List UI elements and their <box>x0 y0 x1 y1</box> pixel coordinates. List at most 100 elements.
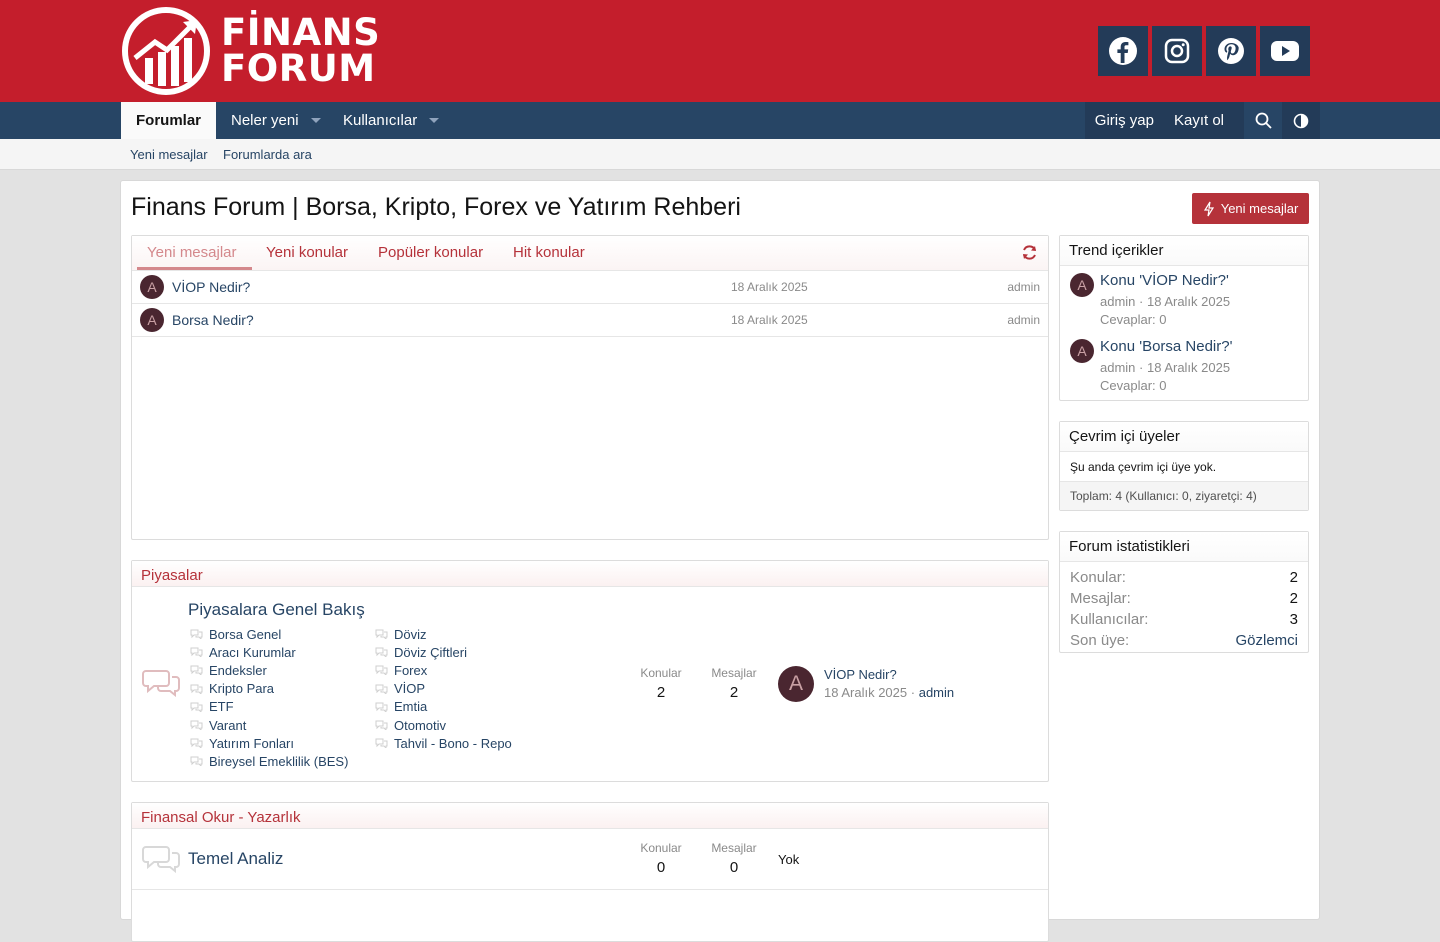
youtube-button[interactable] <box>1260 26 1310 76</box>
nav-tab-label: Neler yeni <box>231 112 299 129</box>
avatar[interactable]: A <box>140 308 164 332</box>
tab-hit-threads[interactable]: Hit konular <box>513 244 585 261</box>
latest-member-link[interactable]: Gözlemci <box>1235 632 1298 649</box>
nav-tab-members[interactable]: Kullanıcılar <box>343 102 440 139</box>
forum-node-title[interactable]: Piyasalara Genel Bakış <box>188 600 365 620</box>
stats-key: Son üye: <box>1070 632 1130 649</box>
subforum-link[interactable]: Bireysel Emeklilik (BES) <box>190 752 348 770</box>
last-post-user[interactable]: admin <box>919 685 954 700</box>
stat-label: Konular <box>640 841 682 855</box>
search-button[interactable] <box>1244 102 1282 139</box>
register-link[interactable]: Kayıt ol <box>1164 102 1234 139</box>
stat-value: 0 <box>656 859 666 876</box>
subforum-icon <box>375 702 388 712</box>
thread-author[interactable]: admin <box>1007 280 1040 294</box>
last-post-title[interactable]: VİOP Nedir? <box>824 667 897 682</box>
subforum-link[interactable]: Endeksler <box>190 661 348 679</box>
trending-item[interactable]: A Konu 'Borsa Nedir?' admin · 18 Aralık … <box>1060 332 1308 398</box>
subforum-link[interactable]: ETF <box>190 698 348 716</box>
stat-label: Mesajlar <box>711 841 757 855</box>
category-title[interactable]: Piyasalar <box>132 561 1048 587</box>
subforum-label: Borsa Genel <box>209 626 282 642</box>
thread-title[interactable]: Borsa Nedir? <box>172 312 254 328</box>
subnav-search-forums[interactable]: Forumlarda ara <box>223 147 312 162</box>
subforum-link[interactable]: Aracı Kurumlar <box>190 643 348 661</box>
subforum-icon <box>190 647 203 658</box>
site-logo[interactable]: FİNANS FORUM <box>121 6 380 96</box>
nav-tab-label: Forumlar <box>136 112 202 129</box>
refresh-icon[interactable] <box>1021 244 1038 261</box>
avatar[interactable]: A <box>778 666 814 702</box>
nav-tab-label: Kullanıcılar <box>343 112 418 129</box>
thread-title[interactable]: VİOP Nedir? <box>172 279 250 295</box>
instagram-button[interactable] <box>1152 26 1202 76</box>
subforum-link[interactable]: Emtia <box>375 698 512 716</box>
new-posts-button[interactable]: Yeni mesajlar <box>1192 193 1309 224</box>
stats-row: Son üye: Gözlemci <box>1060 630 1308 651</box>
thread-date: 18 Aralık 2025 <box>731 280 808 294</box>
forum-node-title[interactable]: Temel Analiz <box>188 849 283 869</box>
instagram-icon <box>1164 38 1190 64</box>
trending-title[interactable]: Konu 'Borsa Nedir?' <box>1100 338 1232 355</box>
stats-row: Mesajlar: 2 <box>1060 588 1308 609</box>
search-icon <box>1255 112 1272 129</box>
trending-item[interactable]: A Konu 'VİOP Nedir?' admin · 18 Aralık 2… <box>1060 266 1308 332</box>
facebook-button[interactable] <box>1098 26 1148 76</box>
subforum-link[interactable]: Varant <box>190 716 348 734</box>
subforum-link[interactable]: Kripto Para <box>190 680 348 698</box>
forum-node-icon <box>142 670 180 697</box>
avatar[interactable]: A <box>140 275 164 299</box>
page-body: Finans Forum | Borsa, Kripto, Forex ve Y… <box>120 180 1320 942</box>
thread-row[interactable]: A Borsa Nedir? 18 Aralık 2025 admin <box>132 304 1048 337</box>
subforum-label: Varant <box>209 717 247 733</box>
nav-tab-forums[interactable]: Forumlar <box>121 102 217 139</box>
site-header: FİNANS FORUM <box>0 0 1440 102</box>
forum-stats-widget: Forum istatistikleri Konular: 2 Mesajlar:… <box>1059 531 1309 653</box>
subforum-icon <box>375 665 388 676</box>
last-post-none: Yok <box>778 852 800 867</box>
messages-stat: Mesajlar 2 <box>699 666 769 701</box>
widget-title: Forum istatistikleri <box>1060 532 1308 562</box>
new-posts-tabs-block: Yeni mesajlar Yeni konular Popüler konul… <box>131 235 1049 540</box>
chevron-down-icon[interactable] <box>429 118 440 123</box>
nav-account-area: Giriş yap Kayıt ol <box>1084 102 1320 139</box>
category-block: Finansal Okur - Yazarlık Temel Analiz Ko… <box>131 802 1049 942</box>
avatar[interactable]: A <box>1070 339 1094 363</box>
subforum-link[interactable]: Otomotiv <box>375 716 512 734</box>
nav-tab-whats-new[interactable]: Neler yeni <box>231 102 321 139</box>
thread-row[interactable]: A VİOP Nedir? 18 Aralık 2025 admin <box>132 271 1048 304</box>
thread-author[interactable]: admin <box>1007 313 1040 327</box>
subforum-label: Kripto Para <box>209 681 275 697</box>
avatar[interactable]: A <box>1070 273 1094 297</box>
subforum-link[interactable]: VİOP <box>375 680 512 698</box>
pinterest-button[interactable] <box>1206 26 1256 76</box>
subforum-link[interactable]: Döviz <box>375 625 512 643</box>
subforum-icon <box>375 738 388 749</box>
stats-key: Konular: <box>1070 569 1126 586</box>
subforum-icon <box>375 629 388 640</box>
trending-meta: admin · 18 Aralık 2025 Cevaplar: 0 <box>1100 359 1230 395</box>
last-post-date: 18 Aralık 2025 <box>824 685 908 700</box>
stat-value: 2 <box>729 684 739 701</box>
new-posts-button-label: Yeni mesajlar <box>1220 201 1299 216</box>
subforum-link[interactable]: Borsa Genel <box>190 625 348 643</box>
subforum-icon <box>375 720 388 731</box>
stat-label: Mesajlar <box>711 666 757 680</box>
trending-title[interactable]: Konu 'VİOP Nedir?' <box>1100 272 1229 289</box>
login-link[interactable]: Giriş yap <box>1085 102 1164 139</box>
subnav-new-posts[interactable]: Yeni mesajlar <box>130 147 208 162</box>
trending-byline: admin · 18 Aralık 2025 <box>1100 294 1231 309</box>
subforum-link[interactable]: Tahvil - Bono - Repo <box>375 734 512 752</box>
tab-popular-threads[interactable]: Popüler konular <box>378 244 483 261</box>
category-title[interactable]: Finansal Okur - Yazarlık <box>132 803 1048 829</box>
subforum-link[interactable]: Döviz Çiftleri <box>375 643 512 661</box>
subforum-link[interactable]: Forex <box>375 661 512 679</box>
tab-new-posts[interactable]: Yeni mesajlar <box>147 244 237 261</box>
stat-value: 0 <box>729 859 739 876</box>
subforum-link[interactable]: Yatırım Fonları <box>190 734 348 752</box>
subforum-icon <box>190 720 203 731</box>
style-toggle-button[interactable] <box>1282 102 1320 139</box>
chevron-down-icon[interactable] <box>310 118 321 123</box>
subforum-label: Endeksler <box>209 662 267 678</box>
tab-new-threads[interactable]: Yeni konular <box>266 244 348 261</box>
